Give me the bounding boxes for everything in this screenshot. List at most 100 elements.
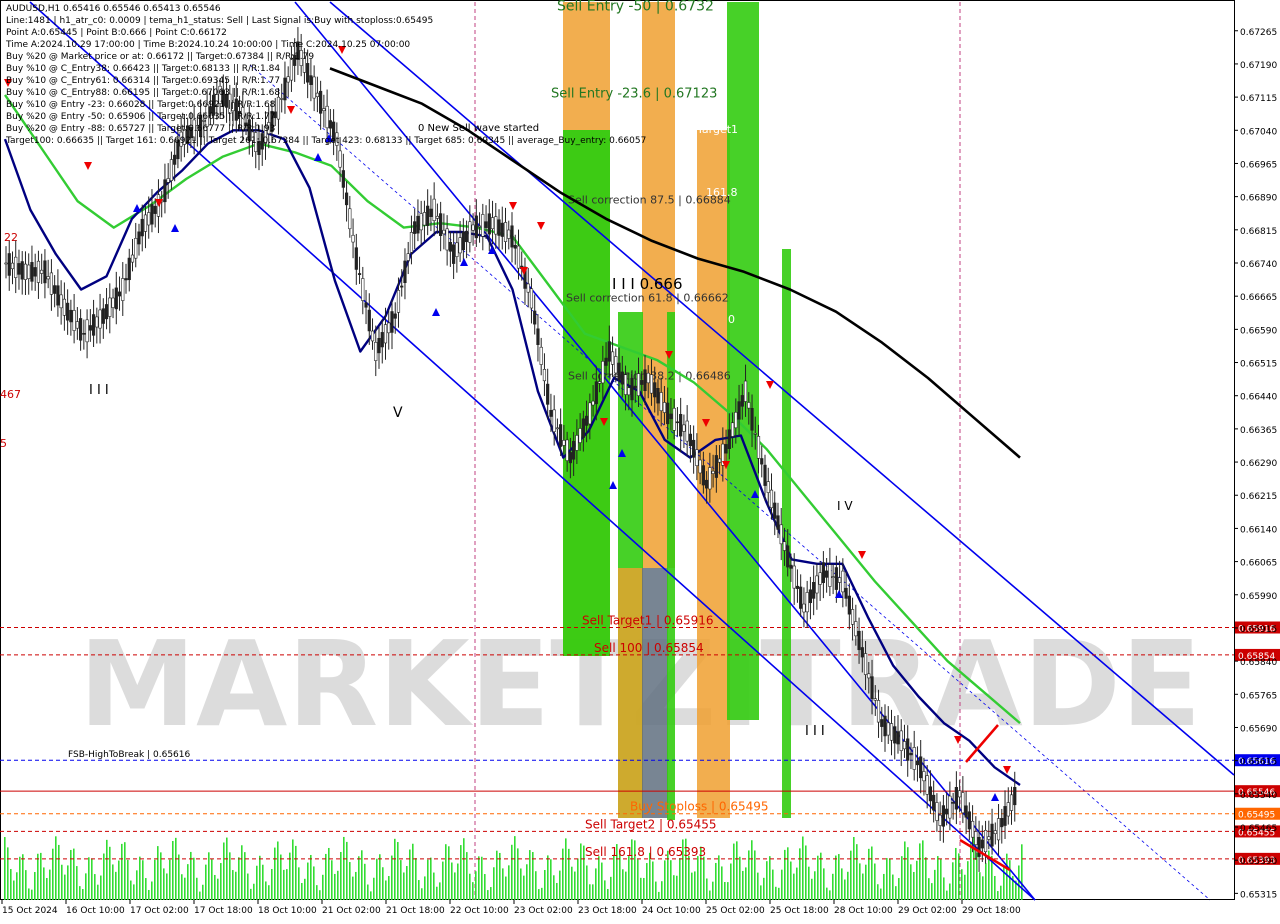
volume-bar [697, 856, 699, 900]
volume-bar [328, 847, 330, 900]
info-line: Buy %10 @ C_Entry88: 0.66195 || Target:0… [6, 88, 281, 98]
candle-body [941, 805, 945, 827]
sell-arrow-3 [287, 106, 295, 114]
volume-bar [481, 856, 483, 900]
volume-bar [544, 869, 546, 900]
volume-bar [952, 862, 954, 900]
candle-body [925, 775, 929, 795]
candle-body [572, 440, 576, 460]
volume-bar [547, 855, 549, 900]
candle-body [711, 470, 715, 474]
volume-bar [814, 871, 816, 900]
candle-body [669, 413, 673, 420]
x-tick-label-9: 23 Oct 18:00 [578, 906, 637, 916]
candle-body [614, 356, 618, 374]
candle-body [328, 120, 332, 129]
info-line: Target100: 0.66635 || Target 161: 0.6692… [6, 136, 647, 146]
volume-bar [355, 871, 357, 900]
candle-body [717, 458, 722, 463]
volume-bar [781, 869, 783, 900]
candle-body [20, 261, 24, 280]
volume-bar [922, 840, 924, 900]
volume-bar [1000, 885, 1002, 900]
y-tick-label-25: 0.65390 [1240, 857, 1277, 867]
candle-body [763, 464, 767, 486]
candle-body [860, 647, 864, 658]
zone-label-3: Sell correction 61.8 | 0.66662 [566, 291, 729, 304]
volume-bar [556, 882, 558, 900]
volume-bar [28, 888, 30, 900]
volume-bar [679, 858, 681, 900]
volume-bar [301, 883, 303, 900]
volume-bar [457, 863, 459, 900]
candle-body [387, 322, 391, 334]
volume-bar [262, 864, 264, 900]
volume-bar [646, 863, 648, 900]
volume-bar [478, 856, 480, 900]
volume-bar [484, 874, 486, 900]
volume-bar [61, 864, 63, 900]
candle-body [867, 673, 871, 679]
x-tick-label-3: 17 Oct 18:00 [194, 906, 253, 916]
y-tick-label-19: 0.65840 [1240, 658, 1277, 668]
volume-bar [373, 877, 375, 900]
candle-body [111, 297, 115, 308]
volume-bar [832, 873, 834, 900]
candle-body [662, 402, 667, 413]
volume-bar [841, 868, 843, 900]
volume-bar [403, 872, 405, 900]
annotation-10: 467 [0, 388, 21, 401]
candle-body [130, 254, 135, 263]
volume-bar [187, 864, 189, 900]
candle-body [114, 287, 118, 310]
candle-body [919, 756, 923, 779]
candle-body [474, 215, 478, 239]
candle-body [487, 213, 491, 235]
volume-bar [508, 865, 510, 900]
x-tick-label-8: 23 Oct 02:00 [514, 906, 573, 916]
candle-body [439, 213, 443, 237]
candle-body [163, 179, 167, 203]
volume-bar [13, 880, 15, 900]
volume-bar [490, 887, 492, 900]
level-label-5: Sell Target2 | 0.65455 [585, 817, 717, 831]
volume-bar [970, 841, 972, 900]
volume-bar [751, 840, 753, 900]
volume-bar [895, 886, 897, 900]
candle-body [727, 429, 731, 449]
volume-bar [175, 837, 177, 900]
candle-body [91, 314, 96, 336]
candle-body [649, 374, 654, 394]
volume-bar [790, 861, 792, 900]
volume-bar [643, 877, 645, 900]
volume-bar [601, 862, 603, 900]
volume-bar [424, 876, 426, 900]
volume-bar [793, 873, 795, 900]
volume-bar [130, 880, 132, 900]
volume-bar [937, 856, 939, 900]
volume-bar [496, 850, 498, 900]
candle-body [812, 581, 816, 599]
candle-body [56, 285, 60, 306]
annotation-7: I I I [89, 383, 109, 398]
volume-bar [907, 847, 909, 900]
candle-body [617, 362, 621, 381]
level-label-2: FSB-HighToBreak | 0.65616 [68, 750, 190, 760]
volume-bar [358, 856, 360, 900]
candle-body [367, 309, 371, 332]
volume-bar [142, 860, 144, 900]
candle-body [1000, 818, 1004, 828]
volume-bar [154, 859, 156, 900]
candle-body [854, 621, 858, 637]
volume-bar [118, 860, 120, 900]
volume-bar [307, 862, 309, 900]
candle-body [276, 96, 281, 120]
candle-body [724, 444, 728, 454]
candle-body [370, 330, 375, 342]
candle-body [464, 230, 469, 243]
volume-bar [571, 866, 573, 900]
volume-bar [1018, 865, 1020, 900]
candle-body [43, 260, 47, 284]
volume-bar [310, 854, 312, 900]
volume-bar [730, 863, 732, 900]
